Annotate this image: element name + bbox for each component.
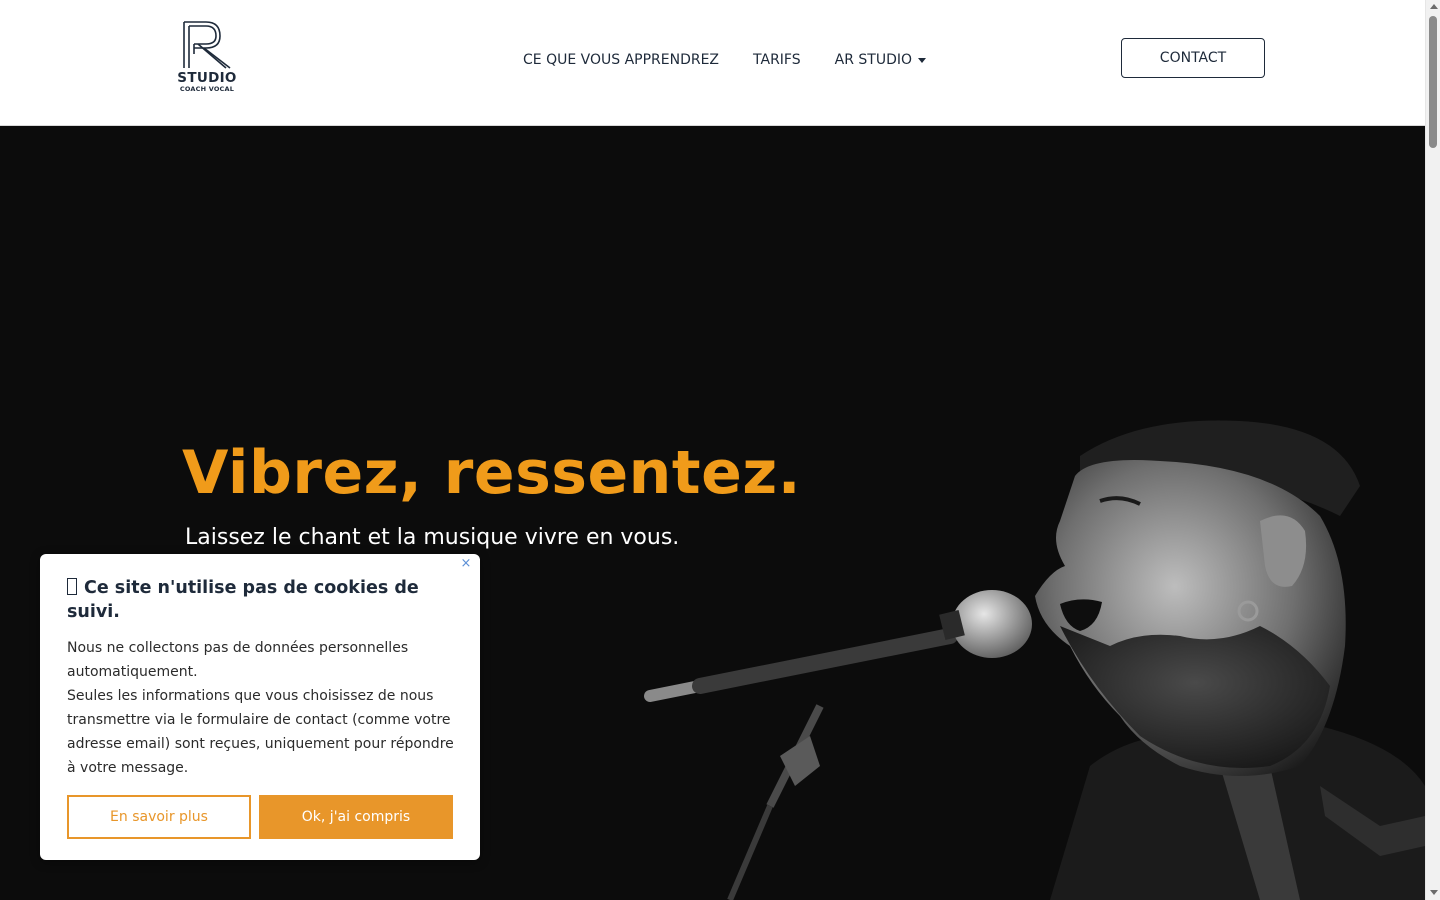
page-scrollbar[interactable] — [1425, 0, 1440, 900]
singer-photo — [644, 420, 1425, 900]
missing-glyph-icon — [67, 578, 77, 595]
nav-item-label: TARIFS — [753, 52, 801, 68]
nav-item-label: AR STUDIO — [834, 52, 912, 68]
nav-item-tarifs[interactable]: TARIFS — [753, 52, 801, 68]
cookie-text: Nous ne collectons pas de données person… — [67, 636, 462, 780]
nav-item-ce-que-vous-apprendrez[interactable]: CE QUE VOUS APPRENDREZ — [523, 52, 719, 68]
nav-item-ar-studio[interactable]: AR STUDIO — [835, 52, 926, 68]
cookie-title-text: Ce site n'utilise pas de cookies de suiv… — [67, 578, 419, 622]
contact-button[interactable]: CONTACT — [1121, 38, 1265, 78]
learn-more-button[interactable]: En savoir plus — [67, 795, 251, 839]
cookie-paragraph-2: Seules les informations que vous choisis… — [67, 688, 454, 776]
cookie-paragraph-1: Nous ne collectons pas de données person… — [67, 640, 409, 680]
site-logo[interactable]: STUDIO COACH VOCAL — [176, 20, 238, 102]
site-header: STUDIO COACH VOCAL CE QUE VOUS APPRENDRE… — [0, 0, 1425, 126]
close-icon[interactable]: × — [459, 557, 473, 571]
logo-mark-icon — [183, 21, 231, 69]
logo-sub-text: COACH VOCAL — [179, 85, 235, 93]
caret-down-icon — [918, 57, 926, 63]
logo-brand-text: STUDIO — [177, 70, 237, 86]
hero-title: Vibrez, ressentez. — [182, 438, 801, 508]
cookie-title: Ce site n'utilise pas de cookies de suiv… — [67, 576, 462, 624]
accept-button[interactable]: Ok, j'ai compris — [259, 795, 453, 839]
cookie-banner: × Ce site n'utilise pas de cookies de su… — [40, 554, 480, 860]
scrollbar-thumb[interactable] — [1429, 16, 1437, 148]
hero-subtitle: Laissez le chant et la musique vivre en … — [185, 525, 680, 550]
nav-item-label: CE QUE VOUS APPRENDREZ — [523, 52, 720, 68]
main-nav: CE QUE VOUS APPRENDREZ TARIFS AR STUDIO — [523, 52, 926, 68]
scroll-down-arrow-icon[interactable] — [1430, 890, 1438, 895]
scroll-up-arrow-icon[interactable] — [1430, 4, 1438, 9]
